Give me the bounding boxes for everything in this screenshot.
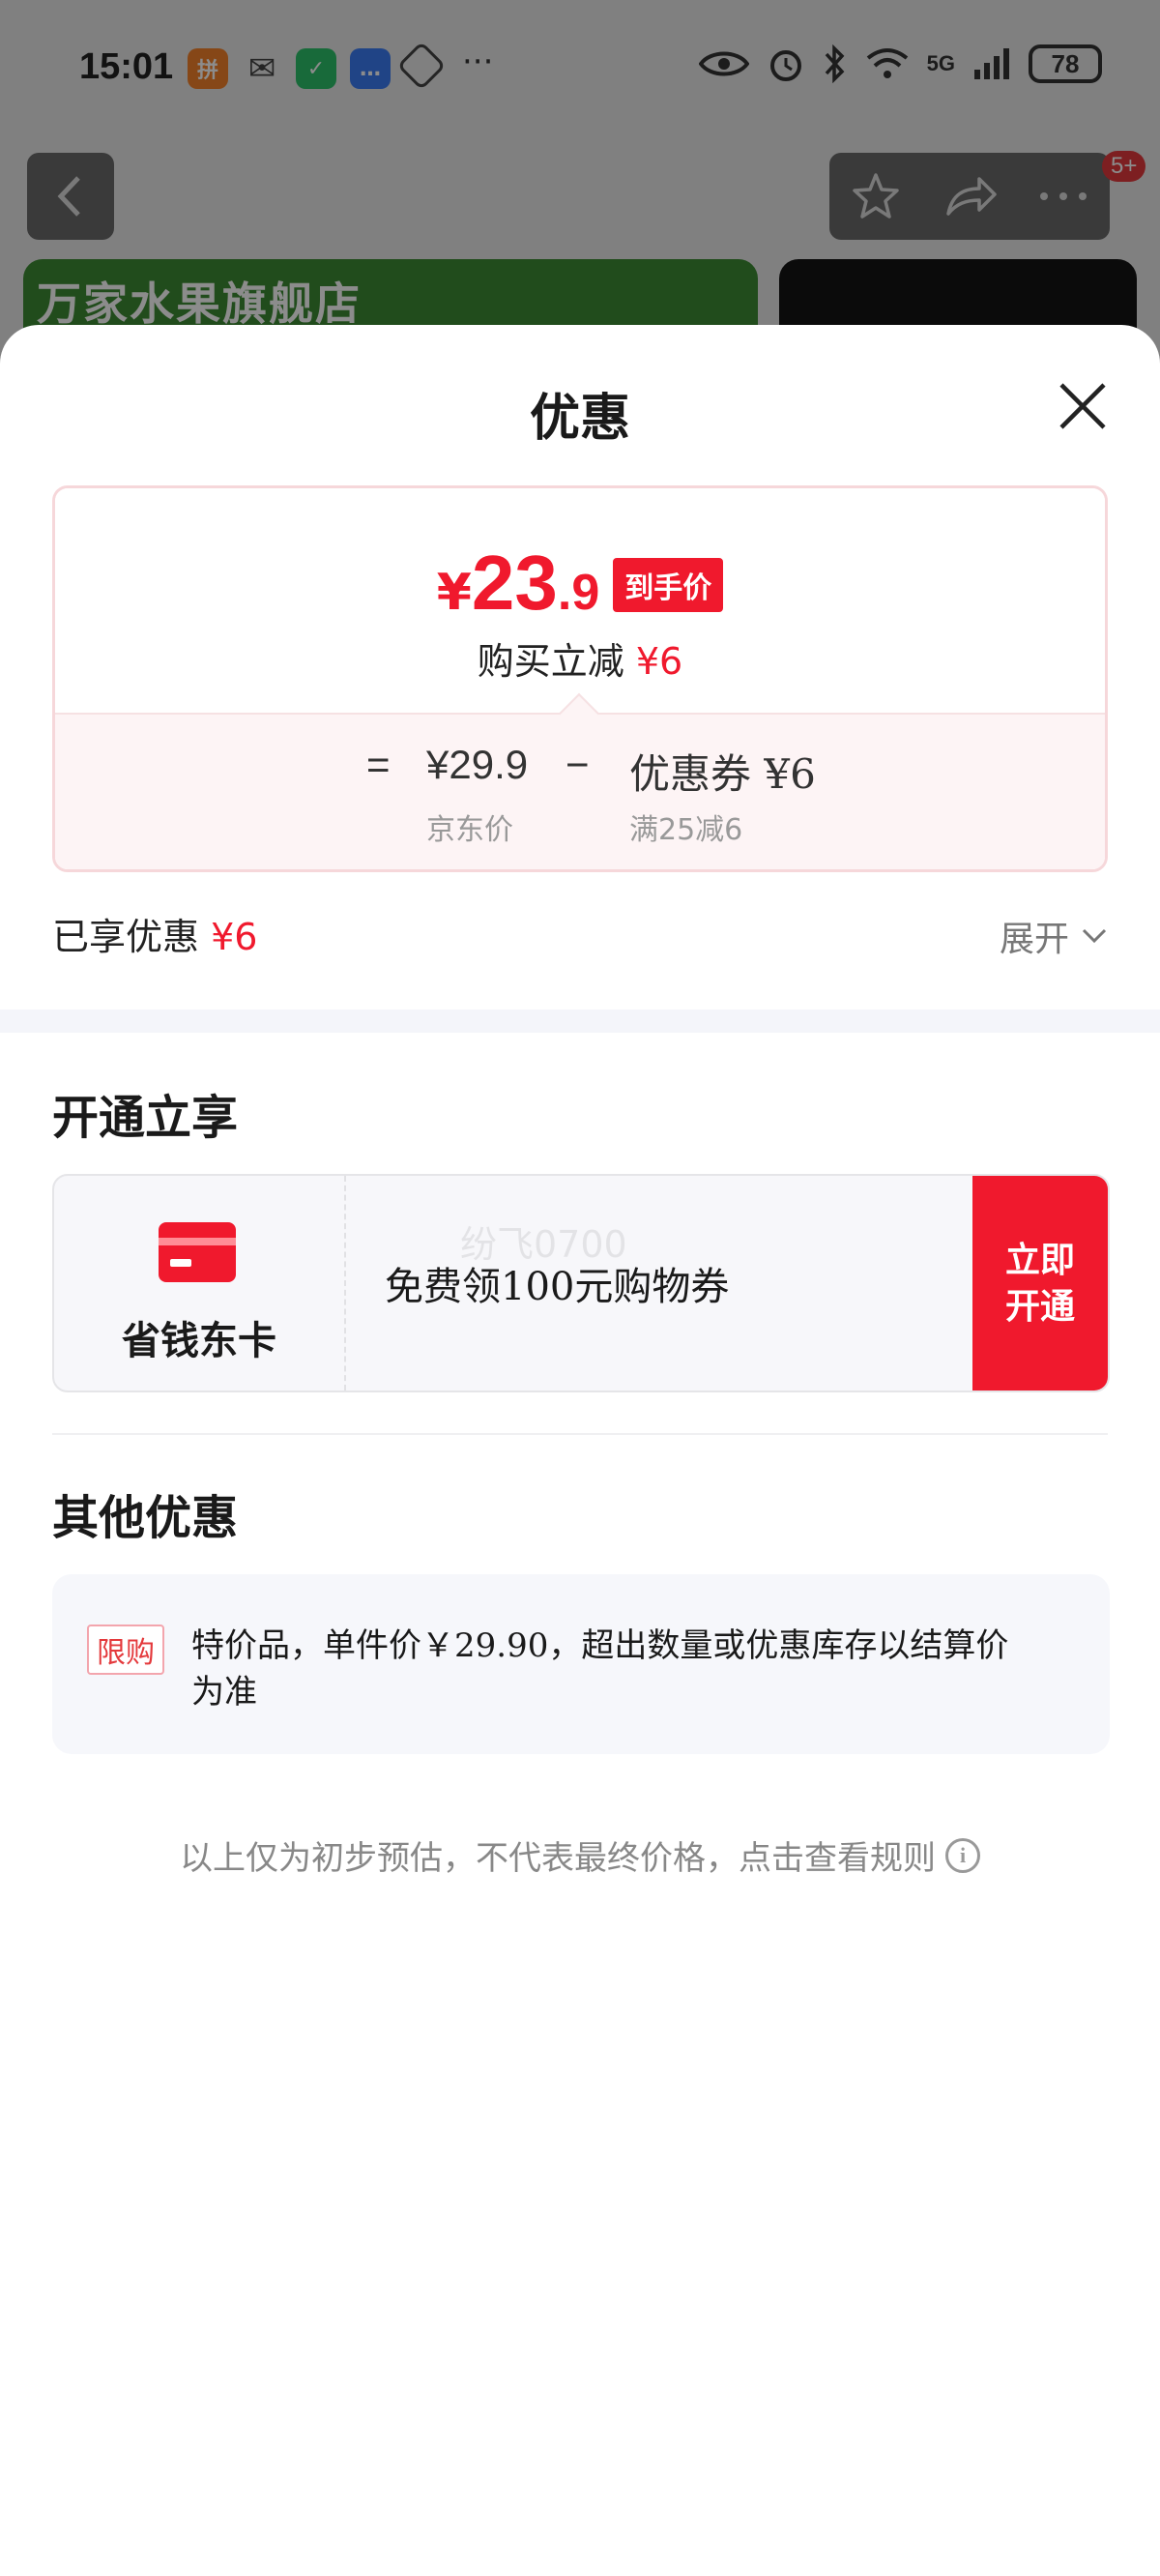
purchase-reduction: 购买立减 ¥6	[55, 631, 1105, 685]
rules-link[interactable]: 以上仅为初步预估，不代表最终价格，点击查看规则 i	[0, 1831, 1160, 1879]
membership-card-name: 省钱东卡	[122, 1318, 276, 1363]
open-membership-label: 立即开通	[1004, 1240, 1075, 1327]
minus-sign: −	[566, 742, 590, 787]
open-membership-button[interactable]: 立即开通	[972, 1176, 1108, 1390]
price-decimal: .9	[557, 565, 600, 621]
sheet-title: 优惠	[529, 389, 630, 448]
section-divider	[0, 1010, 1160, 1033]
final-price-area: ¥23.9 到手价 购买立减 ¥6	[55, 488, 1105, 713]
coupon-amount: 优惠券 ¥6	[629, 750, 816, 798]
final-price: ¥23.9 到手价	[55, 539, 1105, 628]
enjoyed-amount: ¥6	[211, 916, 258, 958]
close-icon[interactable]	[1054, 377, 1112, 435]
membership-section-title: 开通立享	[52, 1091, 239, 1145]
chevron-down-icon	[1082, 928, 1107, 944]
price-breakdown-card: ¥23.9 到手价 购买立减 ¥6 = ¥29.9 京东价 − 优惠券 ¥6 满2…	[52, 485, 1108, 872]
limit-tag: 限购	[87, 1625, 164, 1675]
expand-label: 展开	[1000, 920, 1070, 959]
final-price-tag: 到手价	[613, 558, 724, 612]
other-discount-item: 限购 特价品，单件价￥29.90，超出数量或优惠库存以结算价为准	[52, 1574, 1110, 1754]
jd-price-label: 京东价	[426, 813, 513, 847]
divider	[52, 1433, 1108, 1435]
enjoyed-discount: 已享优惠 ¥6	[52, 907, 257, 960]
membership-offer-card[interactable]: 省钱东卡 纷飞0700 免费领100元购物券 立即开通	[52, 1174, 1110, 1392]
membership-card-info: 省钱东卡	[54, 1176, 346, 1390]
equals-sign: =	[366, 742, 391, 787]
price-formula: = ¥29.9 京东价 − 优惠券 ¥6 满25减6	[55, 713, 1105, 869]
discount-sheet: 优惠 ¥23.9 到手价 购买立减 ¥6 = ¥29.9 京东价 − 优惠券 ¥6…	[0, 325, 1160, 2576]
enjoyed-label: 已享优惠	[52, 916, 200, 958]
card-icon	[159, 1222, 236, 1282]
jd-price: ¥29.9	[426, 742, 529, 787]
price-integer: 23	[471, 540, 558, 626]
info-icon: i	[945, 1837, 980, 1873]
coupon-condition: 满25减6	[629, 813, 743, 847]
reduction-label: 购买立减	[477, 640, 624, 683]
reduction-amount: ¥6	[635, 640, 683, 683]
other-discounts-title: 其他优惠	[52, 1491, 239, 1545]
limit-description: 特价品，单件价￥29.90，超出数量或优惠库存以结算价为准	[191, 1626, 1009, 1712]
membership-description: 免费领100元购物券	[385, 1265, 730, 1309]
disclaimer-text: 以上仅为初步预估，不代表最终价格，点击查看规则	[180, 1839, 936, 1878]
expand-button[interactable]: 展开	[1000, 911, 1108, 961]
currency-symbol: ¥	[436, 564, 472, 622]
